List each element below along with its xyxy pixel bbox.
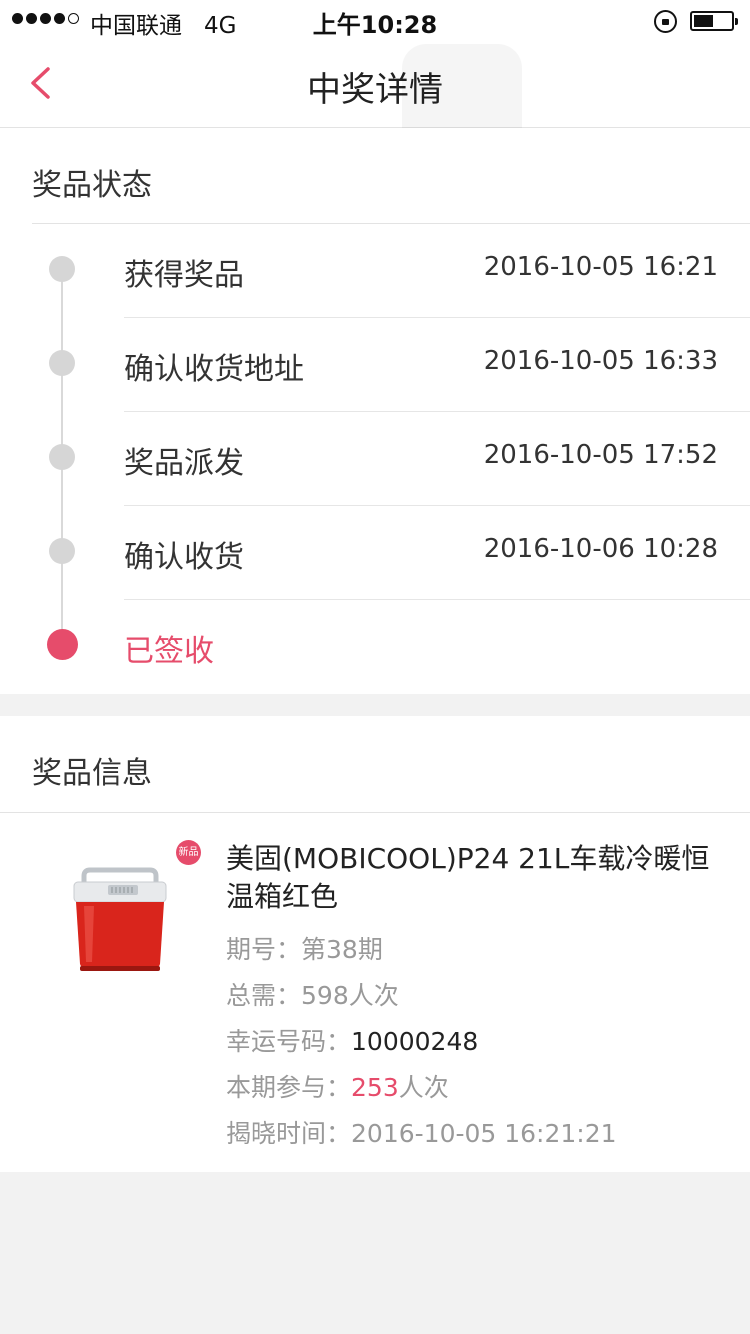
step-label: 确认收货 [124, 540, 244, 575]
period-label: 期号： [226, 935, 302, 964]
step-label: 奖品派发 [124, 446, 244, 481]
prize-info-title: 奖品信息 [32, 756, 152, 791]
step-time: 2016-10-06 10:28 [483, 534, 718, 564]
timeline-dot [49, 350, 75, 376]
reveal-time-label: 揭晓时间： [226, 1119, 352, 1148]
status-time: 上午10:28 [312, 11, 438, 39]
period-row: 期号：第38期 [226, 930, 383, 966]
timeline-step: 获得奖品 2016-10-05 16:21 [0, 224, 750, 318]
divider [0, 812, 750, 813]
timeline-step-current: 已签收 [0, 600, 750, 694]
cooler-box-image[interactable] [70, 854, 170, 974]
screen: 中国联通 4G 上午10:28 中奖详情 奖品状态 获得奖品 2016-10-0… [0, 0, 750, 1334]
total-row: 总需：598人次 [226, 976, 399, 1012]
page-title: 中奖详情 [307, 70, 443, 110]
battery-icon [690, 11, 738, 31]
reveal-time-value: 2016-10-05 16:21:21 [351, 1119, 617, 1148]
new-badge: 新品 [176, 840, 201, 865]
step-label: 获得奖品 [124, 258, 244, 293]
lucky-number-row: 幸运号码：10000248 [226, 1022, 478, 1058]
step-label: 确认收货地址 [124, 352, 304, 387]
prize-status-section: 奖品状态 获得奖品 2016-10-05 16:21 确认收货地址 2016-1… [0, 128, 750, 694]
participation-row: 本期参与：253人次 [226, 1068, 449, 1104]
prize-info-section: 奖品信息 新品 美固(MOBICOOL)P24 21L车载冷暖恒温箱红色 期号：… [0, 716, 750, 1172]
rotation-lock-icon [654, 10, 677, 33]
lucky-number-label: 幸运号码： [226, 1027, 352, 1056]
prize-status-title: 奖品状态 [32, 168, 152, 203]
timeline-dot-active [47, 629, 78, 660]
period-value: 第38期 [301, 935, 383, 964]
reveal-time-row: 揭晓时间：2016-10-05 16:21:21 [226, 1114, 617, 1150]
participation-count: 253 [351, 1073, 399, 1102]
timeline-step: 确认收货 2016-10-06 10:28 [0, 506, 750, 600]
participation-unit: 人次 [398, 1073, 449, 1102]
timeline-dot [49, 256, 75, 282]
product-name[interactable]: 美固(MOBICOOL)P24 21L车载冷暖恒温箱红色 [226, 840, 716, 916]
timeline-step: 确认收货地址 2016-10-05 16:33 [0, 318, 750, 412]
step-time: 2016-10-05 17:52 [483, 440, 718, 470]
step-time: 2016-10-05 16:33 [483, 346, 718, 376]
total-label: 总需： [226, 981, 302, 1010]
timeline-step: 奖品派发 2016-10-05 17:52 [0, 412, 750, 506]
nav-bar: 中奖详情 [0, 40, 750, 164]
participation-label: 本期参与： [226, 1073, 352, 1102]
timeline-dot [49, 538, 75, 564]
timeline-dot [49, 444, 75, 470]
status-bar: 中国联通 4G 上午10:28 [0, 0, 750, 40]
lucky-number-value: 10000248 [351, 1027, 479, 1056]
total-value: 598人次 [301, 981, 399, 1010]
step-time: 2016-10-05 16:21 [483, 252, 718, 282]
step-label-current: 已签收 [124, 634, 214, 669]
